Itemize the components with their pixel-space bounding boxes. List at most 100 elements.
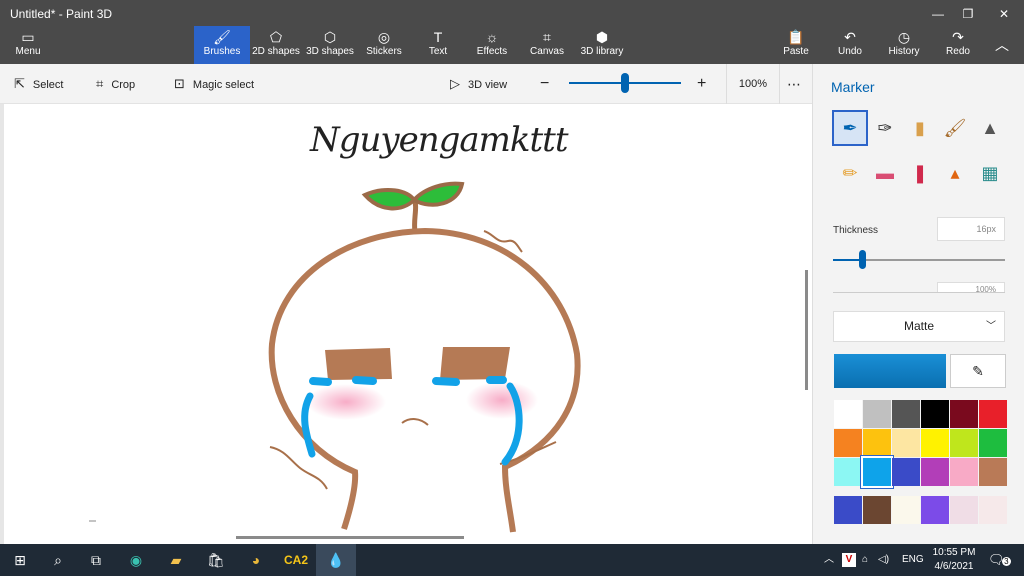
crop-button[interactable]: ⌗ Crop [96, 64, 135, 104]
close-button[interactable]: ✕ [986, 4, 1022, 24]
paste-button[interactable]: 📋 Paste [768, 26, 824, 64]
custom-color-swatch[interactable] [921, 496, 949, 524]
current-color-swatch[interactable] [834, 354, 946, 388]
clock[interactable]: 10:55 PM 4/6/2021 [926, 546, 982, 574]
action-label: Paste [783, 46, 809, 57]
brush-fill[interactable]: ▦ [974, 157, 1006, 189]
zoom-out-button[interactable]: − [540, 64, 549, 104]
history-icon: ◷ [897, 29, 911, 45]
tab-text[interactable]: T Text [410, 26, 466, 64]
custom-color-swatch[interactable] [834, 496, 862, 524]
color-swatch[interactable] [892, 458, 920, 486]
brush-marker[interactable]: ✒ [832, 110, 868, 146]
color-swatch[interactable] [892, 429, 920, 457]
crop-icon: ⌗ [96, 76, 104, 91]
color-swatch[interactable] [950, 458, 978, 486]
color-swatch[interactable] [950, 400, 978, 428]
undo-button[interactable]: ↶ Undo [822, 26, 878, 64]
tab-effects[interactable]: ☼ Effects [464, 26, 520, 64]
3d-view-button[interactable]: ▷ 3D view [450, 64, 507, 104]
edge-button[interactable]: ◉ [116, 544, 156, 576]
brush-crayon[interactable]: ❚ [904, 157, 936, 189]
tab-stickers[interactable]: ◎ Stickers [356, 26, 412, 64]
task-view-button[interactable]: ⧉ [76, 544, 116, 576]
color-swatch[interactable] [921, 458, 949, 486]
action-label: Redo [946, 46, 970, 57]
opacity-input[interactable]: 100% [937, 282, 1005, 292]
tray-app-icon[interactable]: V [842, 553, 856, 567]
windows-icon: ⊞ [14, 552, 26, 568]
tab-3d-shapes[interactable]: ⬡ 3D shapes [302, 26, 358, 64]
tab-3d-library[interactable]: ⬢ 3D library [574, 26, 630, 64]
ca2-app-button[interactable]: CA2 [276, 544, 316, 576]
chevron-down-icon: ﹀ [986, 321, 996, 332]
finish-dropdown[interactable]: Matte ﹀ [833, 311, 1005, 342]
zoom-in-button[interactable]: + [697, 64, 706, 104]
custom-color-swatch[interactable] [892, 496, 920, 524]
custom-color-swatch[interactable] [979, 496, 1007, 524]
history-button[interactable]: ◷ History [876, 26, 932, 64]
maximize-button[interactable]: ❐ [950, 4, 986, 24]
horizontal-scrollbar[interactable] [236, 536, 464, 539]
custom-color-swatch[interactable] [863, 496, 891, 524]
volume-icon[interactable]: ◁) [878, 544, 889, 576]
redo-icon: ↷ [952, 29, 964, 45]
color-swatch[interactable] [863, 429, 891, 457]
left-blush [306, 384, 386, 420]
brush-spray-can[interactable]: ▴ [939, 157, 971, 189]
color-swatch[interactable] [950, 429, 978, 457]
custom-color-swatch[interactable] [950, 496, 978, 524]
language-indicator[interactable]: ENG [902, 544, 924, 576]
panel-divider [833, 292, 1005, 293]
collapse-ribbon-button[interactable]: ︿ [980, 26, 1024, 64]
brush-pencil[interactable]: ✏ [834, 157, 866, 189]
zoom-value[interactable]: 100% [726, 64, 780, 104]
tab-label: Stickers [366, 46, 402, 57]
store-button[interactable]: 🛍 [196, 544, 236, 576]
chrome-button[interactable]: ◕ [236, 544, 276, 576]
thickness-input[interactable]: 16px [937, 217, 1005, 241]
color-swatch[interactable] [892, 400, 920, 428]
color-swatch[interactable] [834, 429, 862, 457]
tab-brushes[interactable]: 🖌 Brushes [194, 26, 250, 64]
color-swatch[interactable] [979, 458, 1007, 486]
tab-2d-shapes[interactable]: ⬠ 2D shapes [248, 26, 304, 64]
thickness-slider-thumb[interactable] [859, 250, 867, 269]
search-button[interactable]: ⌕ [38, 544, 78, 576]
more-button[interactable]: ⋯ [787, 64, 801, 104]
color-swatch[interactable] [834, 458, 862, 486]
color-swatch[interactable] [921, 429, 949, 457]
network-icon[interactable]: ⌂ [862, 544, 868, 576]
thickness-label: Thickness [833, 225, 879, 236]
color-swatch[interactable] [861, 456, 893, 488]
color-swatch[interactable] [863, 400, 891, 428]
canvas-icon: ⌗ [543, 29, 551, 45]
more-icon: ⋯ [787, 76, 801, 92]
brush-pixel-pen[interactable]: ▲ [974, 112, 1006, 144]
magic-select-button[interactable]: ⊡ Magic select [174, 64, 254, 104]
file-explorer-button[interactable]: ▰ [156, 544, 196, 576]
tab-canvas[interactable]: ⌗ Canvas [519, 26, 575, 64]
color-swatch[interactable] [979, 400, 1007, 428]
notifications-button[interactable]: 🗨 3 [988, 544, 1011, 576]
menu-label: Menu [15, 46, 41, 57]
thickness-slider-fill [833, 259, 863, 261]
color-swatch[interactable] [834, 400, 862, 428]
zoom-slider-thumb[interactable] [621, 73, 629, 93]
brush-watercolor[interactable]: 🖌 [939, 112, 971, 144]
brush-eraser[interactable]: ▬ [869, 157, 901, 189]
eyedropper-button[interactable]: ✎ [950, 354, 1006, 388]
start-button[interactable]: ⊞ [0, 544, 40, 576]
brush-oil-brush[interactable]: ▮ [904, 112, 936, 144]
brush-calligraphy-pen[interactable]: ✑ [869, 112, 901, 144]
drawing-canvas[interactable]: Nguyengamkttt [0, 104, 812, 544]
color-swatch[interactable] [921, 400, 949, 428]
paint3d-button[interactable]: 💧 [316, 544, 356, 576]
select-button[interactable]: ⇱ Select [14, 64, 63, 104]
redo-button[interactable]: ↷ Redo [930, 26, 986, 64]
color-swatch[interactable] [979, 429, 1007, 457]
menu-button[interactable]: ▭ Menu [0, 26, 56, 64]
vertical-scrollbar[interactable] [805, 270, 808, 390]
paint3d-icon: 💧 [327, 552, 345, 568]
show-hidden-icons[interactable]: ︿ [824, 544, 834, 576]
